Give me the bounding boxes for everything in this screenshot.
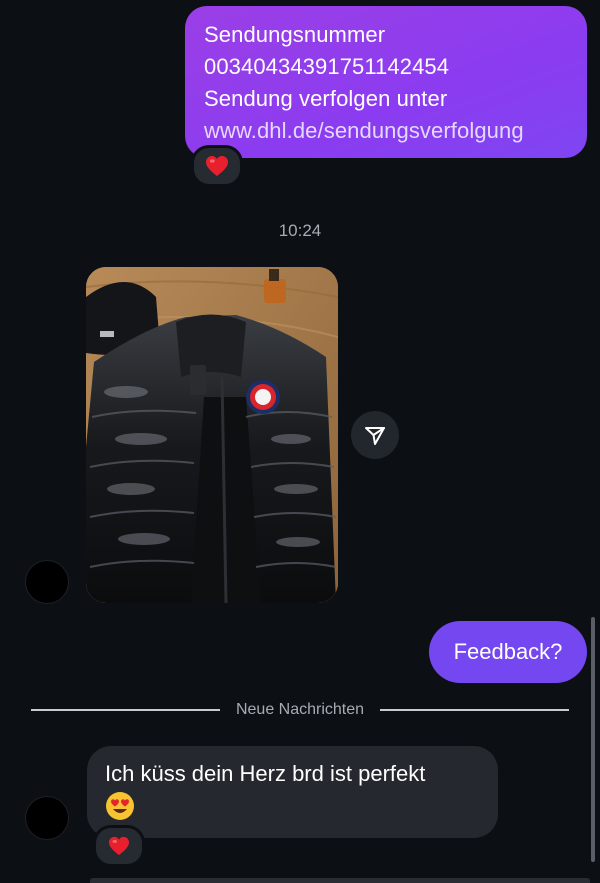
- divider-line-right: [380, 709, 570, 711]
- outgoing-message-feedback[interactable]: Feedback?: [429, 621, 587, 683]
- send-icon: [365, 427, 385, 445]
- message-line-2: 00340434391751142454: [204, 54, 450, 79]
- heart-icon: [206, 156, 228, 176]
- message-text: Ich küss dein Herz brd ist perfekt: [105, 761, 426, 786]
- share-button[interactable]: [351, 411, 399, 459]
- heart-eyes-emoji: [106, 792, 134, 820]
- new-messages-divider: Neue Nachrichten: [31, 700, 570, 720]
- divider-line-left: [31, 709, 220, 711]
- message-line-1: Sendungsnummer: [204, 22, 386, 47]
- message-text: Feedback?: [453, 639, 563, 664]
- message-timestamp: 10:24: [278, 221, 322, 240]
- outgoing-message-tracking[interactable]: Sendungsnummer 00340434391751142454 Send…: [185, 6, 587, 158]
- divider-label: Neue Nachrichten: [235, 701, 365, 718]
- reaction-badge-incoming[interactable]: [93, 825, 145, 867]
- incoming-message[interactable]: Ich küss dein Herz brd ist perfekt: [87, 746, 498, 838]
- reaction-badge-outgoing[interactable]: [191, 145, 243, 187]
- message-line-3: Sendung verfolgen unter: [204, 86, 448, 111]
- chat-screen: Sendungsnummer 00340434391751142454 Send…: [0, 0, 600, 883]
- tracking-link[interactable]: www.dhl.de/sendungsverfolgung: [204, 115, 569, 147]
- avatar[interactable]: [25, 560, 69, 604]
- scrollbar[interactable]: [591, 617, 595, 862]
- avatar[interactable]: [25, 796, 69, 840]
- photo-message[interactable]: [86, 267, 338, 603]
- heart-icon: [109, 836, 129, 856]
- jacket-photo-image: [86, 267, 338, 603]
- composer-edge: [90, 878, 590, 883]
